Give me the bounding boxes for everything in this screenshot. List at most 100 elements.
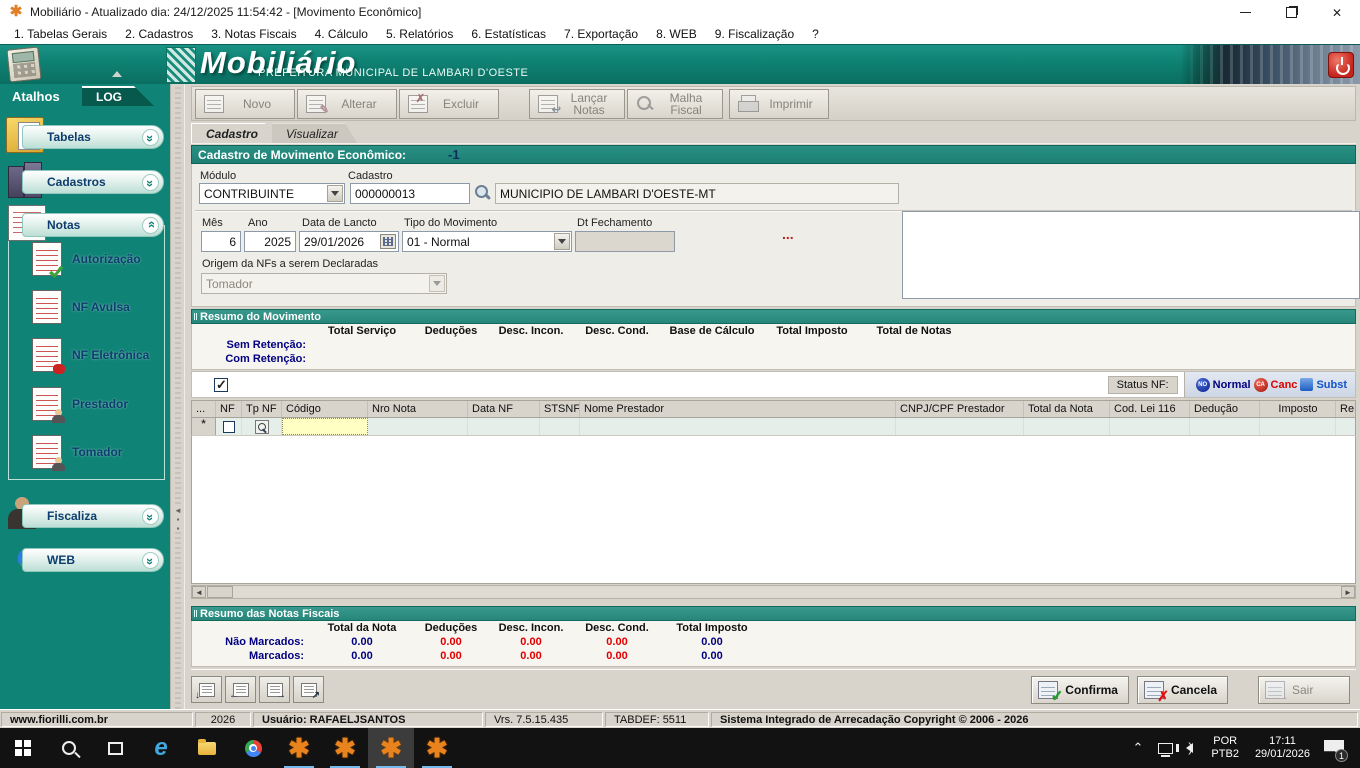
sidebar-item-tomador[interactable]: Tomador (32, 435, 122, 469)
alterar-button[interactable]: ✎ Alterar (297, 89, 397, 119)
grid-column-header[interactable]: Nome Prestador (580, 401, 896, 417)
calendar-icon[interactable] (380, 234, 396, 249)
sidebar-item-web[interactable]: WEB » (22, 548, 164, 572)
sidebar-item-cadastros[interactable]: Cadastros » (22, 170, 164, 194)
grid-column-header[interactable]: Re (1336, 401, 1355, 417)
ano-input[interactable]: 2025 (244, 231, 296, 252)
lancar-notas-button[interactable]: ↩ Lançar Notas (529, 89, 625, 119)
malha-fiscal-button[interactable]: Malha Fiscal (627, 89, 723, 119)
dropdown-arrow-icon[interactable] (327, 185, 343, 202)
sidebar-item-tabelas[interactable]: Tabelas » (22, 125, 164, 149)
clock[interactable]: 17:11 29/01/2026 (1247, 735, 1318, 761)
sidebar-item-nf-eletronica[interactable]: NF Eletrônica (32, 338, 149, 372)
restore-button[interactable] (1268, 0, 1314, 24)
grid-column-header[interactable]: ... (192, 401, 216, 417)
splitter-handle[interactable]: ◄▪▪ (172, 504, 184, 532)
tab-visualizar[interactable]: Visualizar (272, 123, 358, 144)
observation-memo[interactable] (902, 211, 1360, 299)
grid-column-header[interactable]: Nro Nota (368, 401, 468, 417)
record-nav-last-button[interactable]: ↗ (293, 676, 324, 703)
grid-new-row[interactable]: * (191, 418, 1356, 436)
grid-column-header[interactable]: CNPJ/CPF Prestador (896, 401, 1024, 417)
sidebar-item-prestador[interactable]: Prestador (32, 387, 128, 421)
chevron-down-icon[interactable]: » (142, 508, 159, 525)
chevron-down-icon[interactable]: » (142, 552, 159, 569)
record-nav-first-button[interactable]: ↓ (191, 676, 222, 703)
dt-fechamento-input[interactable] (575, 231, 675, 252)
excluir-button[interactable]: ✗ Excluir (399, 89, 499, 119)
network-icon[interactable] (1158, 743, 1173, 754)
sair-button[interactable]: → Sair (1258, 676, 1350, 704)
sidebar-splitter[interactable]: ◄▪▪ (170, 84, 184, 709)
task-view-button[interactable] (92, 728, 138, 768)
taskbar-app2-button[interactable]: ✱ (322, 728, 368, 768)
imprimir-button[interactable]: Imprimir (729, 89, 829, 119)
close-button[interactable] (1314, 0, 1360, 24)
taskbar-app4-button[interactable]: ✱ (414, 728, 460, 768)
menu-exportacao[interactable]: 7. Exportação (555, 27, 647, 41)
novo-button[interactable]: Novo (195, 89, 295, 119)
grid-column-header[interactable]: Imposto (1260, 401, 1336, 417)
record-nav-prev-button[interactable]: ← (225, 676, 256, 703)
taskbar-app1-button[interactable]: ✱ (276, 728, 322, 768)
record-nav-next-button[interactable]: → (259, 676, 290, 703)
chevron-up-icon[interactable]: » (142, 217, 159, 234)
grid-column-header[interactable]: NF (216, 401, 242, 417)
cadastro-lookup-icon[interactable] (472, 183, 492, 204)
menu-notas-fiscais[interactable]: 3. Notas Fiscais (202, 27, 305, 41)
minimize-button[interactable] (1222, 0, 1268, 24)
sidebar-item-nf-avulsa[interactable]: NF Avulsa (32, 290, 130, 324)
sidebar-item-autorizacao[interactable]: Autorização (32, 242, 141, 276)
grid-horizontal-scrollbar[interactable]: ◄ ► (191, 585, 1356, 599)
grid-column-header[interactable]: Tp NF (242, 401, 282, 417)
grid-column-header[interactable]: Data NF (468, 401, 540, 417)
modulo-select[interactable]: CONTRIBUINTE (199, 183, 345, 204)
scroll-right-icon[interactable]: ► (1341, 586, 1355, 598)
taskbar-ie-button[interactable]: e (138, 728, 184, 768)
grid-column-header[interactable]: Cod. Lei 116 (1110, 401, 1190, 417)
grid-column-header[interactable]: Código (282, 401, 368, 417)
tab-cadastro[interactable]: Cadastro (191, 123, 278, 144)
origem-select[interactable]: Tomador (201, 273, 447, 294)
power-exit-icon[interactable] (1328, 52, 1354, 78)
cancela-button[interactable]: ✗ Cancela (1137, 676, 1228, 704)
row-lookup-icon[interactable] (255, 420, 269, 434)
chevron-down-icon[interactable]: » (142, 129, 159, 146)
row-checkbox-cell[interactable] (216, 418, 242, 435)
codigo-edit-cell[interactable] (282, 418, 368, 435)
dropdown-arrow-icon[interactable] (554, 233, 570, 250)
scroll-left-icon[interactable]: ◄ (192, 586, 206, 598)
menu-estatisticas[interactable]: 6. Estatísticas (462, 27, 555, 41)
mes-input[interactable]: 6 (201, 231, 241, 252)
row-checkbox[interactable] (223, 421, 235, 433)
select-all-checkbox[interactable] (214, 378, 228, 392)
sidebar-item-fiscaliza[interactable]: Fiscaliza » (22, 504, 164, 528)
grid-column-header[interactable]: STSNF (540, 401, 580, 417)
grid-column-header[interactable]: Total da Nota (1024, 401, 1110, 417)
menu-relatorios[interactable]: 5. Relatórios (377, 27, 462, 41)
scroll-thumb[interactable] (207, 586, 233, 598)
chevron-down-icon[interactable]: » (142, 174, 159, 191)
tipo-movimento-select[interactable]: 01 - Normal (402, 231, 572, 252)
data-lancto-input[interactable]: 29/01/2026 (299, 231, 399, 252)
taskbar-explorer-button[interactable] (184, 728, 230, 768)
taskbar-chrome-button[interactable] (230, 728, 276, 768)
menu-tabelas-gerais[interactable]: 1. Tabelas Gerais (5, 27, 116, 41)
menu-fiscalizacao[interactable]: 9. Fiscalização (706, 27, 803, 41)
sidebar-log-tab[interactable]: LOG (82, 86, 154, 106)
menu-help[interactable]: ? (803, 27, 828, 41)
menu-web[interactable]: 8. WEB (647, 27, 706, 41)
cadastro-input[interactable]: 000000013 (350, 183, 470, 204)
volume-icon[interactable] (1186, 743, 1193, 753)
language-indicator[interactable]: POR PTB2 (1203, 735, 1247, 761)
menu-calculo[interactable]: 4. Cálculo (306, 27, 377, 41)
sidebar-item-notas[interactable]: Notas » (22, 213, 164, 237)
menu-cadastros[interactable]: 2. Cadastros (116, 27, 202, 41)
taskbar-app3-button[interactable]: ✱ (368, 728, 414, 768)
row-lookup-cell[interactable] (242, 418, 282, 435)
statusbar-site[interactable]: www.fiorilli.com.br (1, 712, 193, 727)
grid-column-header[interactable]: Dedução (1190, 401, 1260, 417)
start-button[interactable] (0, 728, 46, 768)
taskbar-search-button[interactable] (46, 728, 92, 768)
confirma-button[interactable]: ✓ Confirma (1031, 676, 1129, 704)
